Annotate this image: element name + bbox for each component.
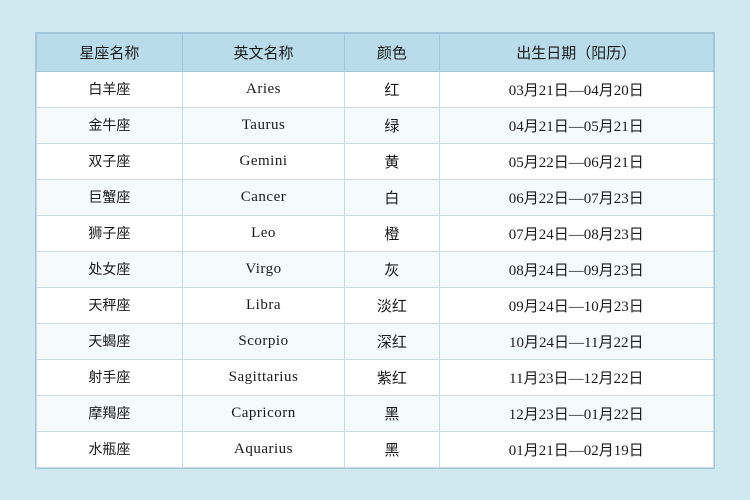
cell-dates: 09月24日—10月23日	[439, 287, 713, 323]
cell-english-name: Sagittarius	[182, 359, 344, 395]
header-chinese-name: 星座名称	[37, 33, 183, 71]
table-row: 射手座Sagittarius紫红11月23日—12月22日	[37, 359, 714, 395]
cell-dates: 01月21日—02月19日	[439, 431, 713, 467]
table-row: 水瓶座Aquarius黑01月21日—02月19日	[37, 431, 714, 467]
cell-english-name: Libra	[182, 287, 344, 323]
table-row: 双子座Gemini黄05月22日—06月21日	[37, 143, 714, 179]
zodiac-table-container: 星座名称 英文名称 颜色 出生日期（阳历） 白羊座Aries红03月21日—04…	[35, 32, 715, 469]
table-body: 白羊座Aries红03月21日—04月20日金牛座Taurus绿04月21日—0…	[37, 71, 714, 467]
table-row: 处女座Virgo灰08月24日—09月23日	[37, 251, 714, 287]
cell-english-name: Aries	[182, 71, 344, 107]
zodiac-table: 星座名称 英文名称 颜色 出生日期（阳历） 白羊座Aries红03月21日—04…	[36, 33, 714, 468]
cell-color: 淡红	[345, 287, 439, 323]
cell-chinese-name: 天秤座	[37, 287, 183, 323]
cell-english-name: Scorpio	[182, 323, 344, 359]
cell-chinese-name: 射手座	[37, 359, 183, 395]
cell-dates: 07月24日—08月23日	[439, 215, 713, 251]
table-row: 金牛座Taurus绿04月21日—05月21日	[37, 107, 714, 143]
cell-color: 黄	[345, 143, 439, 179]
cell-color: 黑	[345, 431, 439, 467]
table-row: 天秤座Libra淡红09月24日—10月23日	[37, 287, 714, 323]
cell-chinese-name: 白羊座	[37, 71, 183, 107]
cell-chinese-name: 天蝎座	[37, 323, 183, 359]
cell-english-name: Cancer	[182, 179, 344, 215]
cell-dates: 06月22日—07月23日	[439, 179, 713, 215]
table-row: 白羊座Aries红03月21日—04月20日	[37, 71, 714, 107]
cell-color: 黑	[345, 395, 439, 431]
cell-chinese-name: 金牛座	[37, 107, 183, 143]
header-dates: 出生日期（阳历）	[439, 33, 713, 71]
cell-english-name: Aquarius	[182, 431, 344, 467]
table-row: 摩羯座Capricorn黑12月23日—01月22日	[37, 395, 714, 431]
cell-dates: 10月24日—11月22日	[439, 323, 713, 359]
cell-english-name: Taurus	[182, 107, 344, 143]
table-header-row: 星座名称 英文名称 颜色 出生日期（阳历）	[37, 33, 714, 71]
cell-english-name: Capricorn	[182, 395, 344, 431]
cell-color: 深红	[345, 323, 439, 359]
cell-color: 绿	[345, 107, 439, 143]
cell-dates: 11月23日—12月22日	[439, 359, 713, 395]
cell-dates: 03月21日—04月20日	[439, 71, 713, 107]
cell-color: 紫红	[345, 359, 439, 395]
cell-color: 红	[345, 71, 439, 107]
table-row: 狮子座Leo橙07月24日—08月23日	[37, 215, 714, 251]
cell-english-name: Leo	[182, 215, 344, 251]
cell-dates: 04月21日—05月21日	[439, 107, 713, 143]
cell-color: 白	[345, 179, 439, 215]
cell-color: 灰	[345, 251, 439, 287]
cell-chinese-name: 处女座	[37, 251, 183, 287]
cell-dates: 12月23日—01月22日	[439, 395, 713, 431]
cell-chinese-name: 狮子座	[37, 215, 183, 251]
table-row: 巨蟹座Cancer白06月22日—07月23日	[37, 179, 714, 215]
cell-dates: 08月24日—09月23日	[439, 251, 713, 287]
cell-dates: 05月22日—06月21日	[439, 143, 713, 179]
cell-chinese-name: 摩羯座	[37, 395, 183, 431]
header-color: 颜色	[345, 33, 439, 71]
cell-english-name: Gemini	[182, 143, 344, 179]
cell-english-name: Virgo	[182, 251, 344, 287]
cell-chinese-name: 水瓶座	[37, 431, 183, 467]
cell-chinese-name: 双子座	[37, 143, 183, 179]
table-row: 天蝎座Scorpio深红10月24日—11月22日	[37, 323, 714, 359]
header-english-name: 英文名称	[182, 33, 344, 71]
cell-chinese-name: 巨蟹座	[37, 179, 183, 215]
cell-color: 橙	[345, 215, 439, 251]
